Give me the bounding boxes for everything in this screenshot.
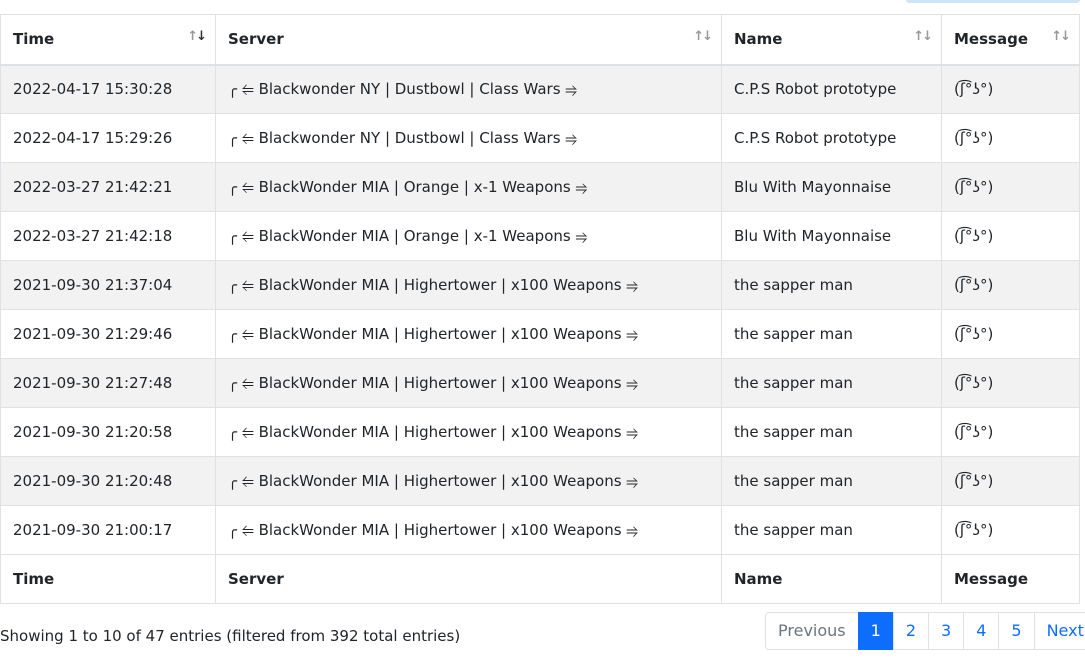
table-row: 2022-03-27 21:42:21 ╭ ⥢ BlackWonder MIA … <box>0 162 1080 212</box>
sort-icon: ↑↓ <box>913 29 933 44</box>
message-cell: (ʃ͡°ʖ°) <box>941 456 1080 506</box>
message-cell: (ʃ͡°ʖ°) <box>941 358 1080 408</box>
table-row: 2021-09-30 21:29:46 ╭ ⥢ BlackWonder MIA … <box>0 309 1080 359</box>
name-cell: C.P.S Robot prototype <box>721 113 942 163</box>
time-cell: 2021-09-30 21:29:46 <box>0 309 216 359</box>
table-row: 2022-03-27 21:42:18 ╭ ⥢ BlackWonder MIA … <box>0 211 1080 261</box>
time-cell: 2022-04-17 15:29:26 <box>0 113 216 163</box>
header-time-label: Time <box>13 30 55 49</box>
message-cell: (ʃ͡°ʖ°) <box>941 505 1080 555</box>
table-footer-row: Time Server Name Message <box>0 554 1080 604</box>
message-cell: (ʃ͡°ʖ°) <box>941 113 1080 163</box>
sort-icon: ↑↓ <box>1051 29 1071 44</box>
table-row: 2022-04-17 15:30:28 ╭ ⥢ Blackwonder NY |… <box>0 64 1080 114</box>
name-cell: the sapper man <box>721 456 942 506</box>
page-5-button[interactable]: 5 <box>998 612 1035 650</box>
table-row: 2021-09-30 21:27:48 ╭ ⥢ BlackWonder MIA … <box>0 358 1080 408</box>
name-cell: the sapper man <box>721 505 942 555</box>
name-cell: C.P.S Robot prototype <box>721 64 942 114</box>
time-cell: 2021-09-30 21:20:48 <box>0 456 216 506</box>
time-cell: 2021-09-30 21:00:17 <box>0 505 216 555</box>
time-cell: 2022-04-17 15:30:28 <box>0 64 216 114</box>
server-cell: ╭ ⥢ BlackWonder MIA | Orange | x-1 Weapo… <box>215 162 722 212</box>
pagination: Previous 1 2 3 4 5 Next <box>765 612 1085 650</box>
table-info: Showing 1 to 10 of 47 entries (filtered … <box>0 627 461 645</box>
server-cell: ╭ ⥢ Blackwonder NY | Dustbowl | Class Wa… <box>215 64 722 114</box>
name-cell: the sapper man <box>721 260 942 310</box>
sort-desc-icon: ↑↓ <box>187 29 207 44</box>
page-2-button[interactable]: 2 <box>892 612 929 650</box>
table-row: 2021-09-30 21:20:58 ╭ ⥢ BlackWonder MIA … <box>0 407 1080 457</box>
name-cell: the sapper man <box>721 358 942 408</box>
table-row: 2021-09-30 21:00:17 ╭ ⥢ BlackWonder MIA … <box>0 505 1080 555</box>
message-cell: (ʃ͡°ʖ°) <box>941 260 1080 310</box>
message-cell: (ʃ͡°ʖ°) <box>941 64 1080 114</box>
header-server-label: Server <box>228 30 284 49</box>
previous-button[interactable]: Previous <box>765 612 859 650</box>
time-cell: 2022-03-27 21:42:21 <box>0 162 216 212</box>
name-cell: Blu With Mayonnaise <box>721 162 942 212</box>
name-cell: Blu With Mayonnaise <box>721 211 942 261</box>
header-name[interactable]: Name ↑↓ <box>721 14 942 66</box>
time-cell: 2021-09-30 21:27:48 <box>0 358 216 408</box>
server-cell: ╭ ⥢ BlackWonder MIA | Highertower | x100… <box>215 505 722 555</box>
message-cell: (ʃ͡°ʖ°) <box>941 309 1080 359</box>
time-cell: 2022-03-27 21:42:18 <box>0 211 216 261</box>
header-name-label: Name <box>734 30 783 49</box>
next-button[interactable]: Next <box>1033 612 1085 650</box>
server-cell: ╭ ⥢ BlackWonder MIA | Orange | x-1 Weapo… <box>215 211 722 261</box>
message-cell: (ʃ͡°ʖ°) <box>941 162 1080 212</box>
footer-message: Message <box>941 554 1080 604</box>
server-cell: ╭ ⥢ Blackwonder NY | Dustbowl | Class Wa… <box>215 113 722 163</box>
messages-table: Time ↑↓ Server ↑↓ Name ↑↓ Message ↑↓ 202… <box>0 14 1080 604</box>
server-cell: ╭ ⥢ BlackWonder MIA | Highertower | x100… <box>215 309 722 359</box>
table-row: 2021-09-30 21:20:48 ╭ ⥢ BlackWonder MIA … <box>0 456 1080 506</box>
server-cell: ╭ ⥢ BlackWonder MIA | Highertower | x100… <box>215 358 722 408</box>
footer-time: Time <box>0 554 216 604</box>
server-cell: ╭ ⥢ BlackWonder MIA | Highertower | x100… <box>215 456 722 506</box>
header-server[interactable]: Server ↑↓ <box>215 14 722 66</box>
header-message[interactable]: Message ↑↓ <box>941 14 1080 66</box>
name-cell: the sapper man <box>721 407 942 457</box>
table-row: 2022-04-17 15:29:26 ╭ ⥢ Blackwonder NY |… <box>0 113 1080 163</box>
time-cell: 2021-09-30 21:37:04 <box>0 260 216 310</box>
page-1-button[interactable]: 1 <box>857 612 894 650</box>
footer-server: Server <box>215 554 722 604</box>
time-cell: 2021-09-30 21:20:58 <box>0 407 216 457</box>
footer-name: Name <box>721 554 942 604</box>
header-message-label: Message <box>954 30 1028 49</box>
table-header-row: Time ↑↓ Server ↑↓ Name ↑↓ Message ↑↓ <box>0 14 1080 66</box>
table-row: 2021-09-30 21:37:04 ╭ ⥢ BlackWonder MIA … <box>0 260 1080 310</box>
name-cell: the sapper man <box>721 309 942 359</box>
top-button-edge <box>906 0 1080 3</box>
header-time[interactable]: Time ↑↓ <box>0 14 216 66</box>
page-4-button[interactable]: 4 <box>963 612 1000 650</box>
message-cell: (ʃ͡°ʖ°) <box>941 211 1080 261</box>
server-cell: ╭ ⥢ BlackWonder MIA | Highertower | x100… <box>215 407 722 457</box>
server-cell: ╭ ⥢ BlackWonder MIA | Highertower | x100… <box>215 260 722 310</box>
page-3-button[interactable]: 3 <box>928 612 965 650</box>
sort-icon: ↑↓ <box>693 29 713 44</box>
message-cell: (ʃ͡°ʖ°) <box>941 407 1080 457</box>
